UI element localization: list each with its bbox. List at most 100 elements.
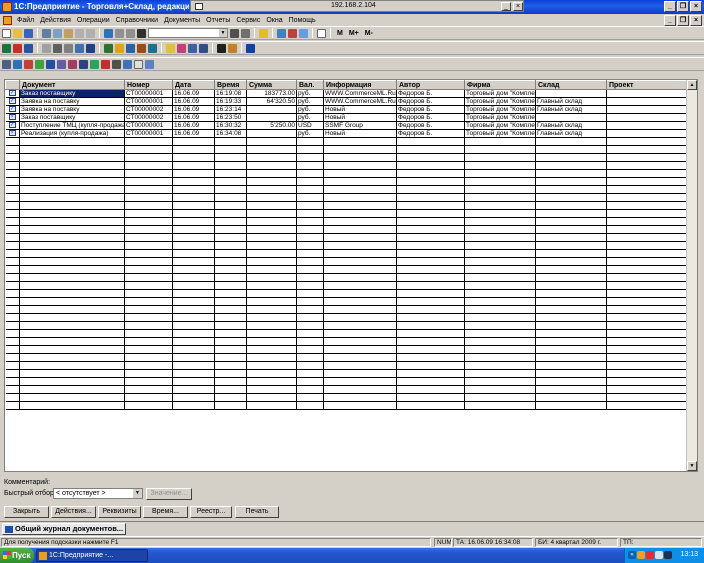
cell-firm[interactable]: Торговый дом "Комплек: [464, 113, 536, 122]
calendar-icon[interactable]: [288, 28, 297, 38]
cell-sum[interactable]: [246, 113, 297, 122]
menu-actions[interactable]: Действия: [37, 17, 74, 24]
cell-currency[interactable]: руб.: [296, 113, 324, 122]
list-icon[interactable]: [2, 59, 11, 69]
bank-icon[interactable]: [148, 43, 157, 53]
monitor-tool-icon[interactable]: [217, 43, 226, 53]
actions-button[interactable]: Действия...: [51, 506, 96, 518]
cell-author[interactable]: Федоров Б.: [396, 97, 465, 106]
folder-icon[interactable]: [115, 43, 124, 53]
column-header-currency[interactable]: Вал.: [296, 80, 324, 90]
close-journal-button[interactable]: Закрыть: [4, 506, 49, 518]
menu-references[interactable]: Справочники: [113, 17, 161, 24]
row-icon-cell[interactable]: ✓: [5, 121, 20, 130]
contract-icon[interactable]: [199, 43, 208, 53]
start-button[interactable]: Пуск: [0, 548, 34, 563]
cell-document[interactable]: Заявка на поставку: [19, 97, 125, 106]
cell-number[interactable]: СТ00000002: [124, 105, 173, 114]
cell-date[interactable]: 16.06.09: [172, 113, 215, 122]
title-bar[interactable]: 1С:Предприятие - Торговля+Склад, редакци…: [0, 0, 704, 14]
cell-sum[interactable]: [246, 105, 297, 114]
column-header-store[interactable]: Склад: [535, 80, 607, 90]
cell-author[interactable]: Федоров Б.: [396, 129, 465, 138]
cell-store[interactable]: Главный склад: [535, 105, 607, 114]
column-header-number[interactable]: Номер: [124, 80, 173, 90]
table-row[interactable]: × Реализация (купля-продажа) СТ00000001 16.…: [5, 129, 688, 138]
remote-desktop-bar[interactable]: 192.168.2.104 _ ×: [190, 0, 524, 12]
find-next-icon[interactable]: [230, 28, 239, 38]
cell-firm[interactable]: Торговый дом "Комплек: [464, 129, 536, 138]
cell-sum[interactable]: 183773.00: [246, 89, 297, 98]
memory-minus-button[interactable]: M-: [363, 30, 375, 37]
table-row[interactable]: ✓ Заявка на поставку СТ00000001 16.06.09 16:…: [5, 97, 688, 106]
column-header-firm[interactable]: Фирма: [464, 80, 536, 90]
row-icon-cell[interactable]: ✓: [5, 89, 20, 98]
report-icon[interactable]: [64, 43, 73, 53]
table-icon[interactable]: [277, 28, 286, 38]
invoice-icon[interactable]: [53, 43, 62, 53]
tray-shield-icon[interactable]: [637, 551, 645, 559]
memory-button[interactable]: M: [335, 30, 345, 37]
cell-firm[interactable]: Торговый дом "Комплек: [464, 121, 536, 130]
cut-icon[interactable]: [42, 28, 51, 38]
turnover-icon[interactable]: [123, 59, 132, 69]
cell-store[interactable]: Главный склад: [535, 121, 607, 130]
cell-author[interactable]: Федоров Б.: [396, 113, 465, 122]
discount-icon[interactable]: [177, 43, 186, 53]
column-header-project[interactable]: Проект: [606, 80, 688, 90]
search-combo[interactable]: [148, 28, 228, 38]
balance-icon[interactable]: [68, 59, 77, 69]
movement-icon[interactable]: [79, 59, 88, 69]
edit-icon[interactable]: [104, 28, 113, 38]
cell-document[interactable]: Заказ поставщику: [19, 113, 125, 122]
cell-info[interactable]: SSMF Group: [323, 121, 397, 130]
find-prev-icon[interactable]: [241, 28, 250, 38]
calculator-icon[interactable]: [299, 28, 308, 38]
journal-icon[interactable]: [2, 43, 11, 53]
copy-icon[interactable]: [53, 28, 62, 38]
tray-chevron-icon[interactable]: «: [628, 551, 636, 559]
attributes-button[interactable]: Реквизиты: [98, 506, 141, 518]
print-icon[interactable]: [75, 28, 84, 38]
undo-icon[interactable]: [115, 28, 124, 38]
transfer-icon[interactable]: [75, 43, 84, 53]
cash-icon[interactable]: [188, 43, 197, 53]
new-icon[interactable]: [2, 28, 11, 38]
column-header-info[interactable]: Информация: [323, 80, 397, 90]
chevron-down-icon[interactable]: ▼: [133, 489, 142, 498]
cell-date[interactable]: 16.06.09: [172, 89, 215, 98]
cell-sum[interactable]: [246, 129, 297, 138]
notes-icon[interactable]: [317, 28, 326, 38]
rdp-close-button[interactable]: ×: [513, 2, 523, 11]
rdp-minimize-button[interactable]: _: [501, 2, 511, 11]
column-header-icon[interactable]: [5, 80, 20, 90]
cell-date[interactable]: 16.06.09: [172, 97, 215, 106]
cell-document[interactable]: Поступление ТМЦ (купля-продажа): [19, 121, 125, 130]
close-button[interactable]: ×: [690, 1, 702, 12]
print-button[interactable]: Печать: [235, 506, 279, 518]
cell-author[interactable]: Федоров Б.: [396, 105, 465, 114]
column-header-sum[interactable]: Сумма: [246, 80, 297, 90]
help-icon[interactable]: [259, 28, 268, 38]
cell-time[interactable]: 16:30:32: [214, 121, 247, 130]
app-menu-icon[interactable]: [3, 15, 12, 25]
cell-project[interactable]: [606, 121, 688, 130]
scroll-up-icon[interactable]: ▲: [687, 80, 697, 90]
restore-button[interactable]: ❐: [677, 1, 689, 12]
scroll-down-icon[interactable]: ▼: [687, 461, 697, 471]
tree-icon[interactable]: [104, 43, 113, 53]
cell-time[interactable]: 16:19:08: [214, 89, 247, 98]
key-icon[interactable]: [166, 43, 175, 53]
cell-project[interactable]: [606, 113, 688, 122]
table-row[interactable]: ✓ Заказ поставщику СТ00000001 16.06.09 16:19…: [5, 89, 688, 98]
cell-currency[interactable]: руб.: [296, 89, 324, 98]
chart-icon[interactable]: [24, 59, 33, 69]
cell-firm[interactable]: Торговый дом "Комплек: [464, 105, 536, 114]
cell-info[interactable]: Новый: [323, 113, 397, 122]
cell-author[interactable]: Федоров Б.: [396, 89, 465, 98]
question-icon[interactable]: [134, 59, 143, 69]
cell-number[interactable]: СТ00000001: [124, 97, 173, 106]
mdi-restore-button[interactable]: ❐: [677, 14, 689, 26]
row-icon-cell[interactable]: ✓: [5, 97, 20, 106]
tray-network-icon[interactable]: [655, 551, 663, 559]
